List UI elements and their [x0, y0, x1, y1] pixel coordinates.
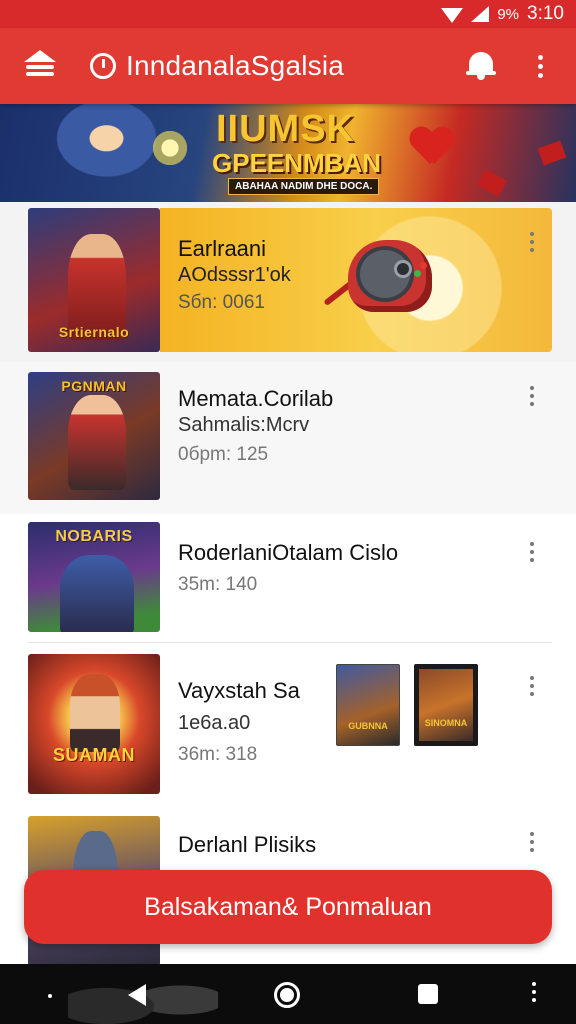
wifi-icon: [441, 7, 464, 23]
more-vert-icon[interactable]: [524, 982, 544, 1002]
item-thumbnail: Srtiernalo: [28, 208, 160, 352]
gamepad-icon: [323, 236, 436, 314]
item-title: Derlanl Plisiks: [178, 832, 317, 857]
battery-level: 9%: [497, 5, 520, 23]
thumbnail-logo: NOBARIS: [55, 528, 133, 545]
more-vert-icon[interactable]: [522, 676, 542, 696]
banner-title: IIUMSK: [216, 108, 355, 150]
item-title: Earlraani: [178, 236, 267, 261]
mini-cover[interactable]: GUBNNA: [336, 664, 400, 746]
more-vert-icon[interactable]: [522, 832, 542, 852]
list-item[interactable]: SUAMAN Vayxstah Sa 1e6a.a0 36m: 318 GUBN…: [0, 646, 576, 806]
item-title: Vayxstah Sa: [178, 678, 300, 703]
item-meta: 0бpm: 125: [178, 444, 269, 465]
mini-cover[interactable]: SINOMNA: [414, 664, 478, 746]
home-icon[interactable]: [24, 50, 56, 82]
item-meta: 36m: 318: [178, 744, 258, 765]
item-title: Memata.Corilab: [178, 386, 334, 411]
banner-subtitle: GPEENMBAN: [212, 148, 382, 178]
list-item[interactable]: Srtiernalo Earlraani AOdsssr1'ok Sбn: 00…: [0, 202, 576, 362]
banner-tagline: ABAHAA NADIM DHE DOCA.: [228, 178, 380, 195]
banner-burst: [150, 128, 190, 168]
clock-icon: [90, 53, 116, 79]
banner-shard: [477, 169, 507, 197]
app-title: InndanalaSgalsia: [126, 50, 345, 81]
app-bar: InndanalaSgalsia: [0, 28, 576, 104]
list-item[interactable]: PGNMAN Memata.Corilab Sahmalis:Mcrv 0бpm…: [0, 362, 576, 514]
back-icon[interactable]: [128, 984, 146, 1006]
thumbnail-logo: SUAMAN: [53, 745, 135, 765]
more-vert-icon[interactable]: [522, 232, 542, 252]
mini-cover-label: SINOMNA: [424, 718, 468, 728]
mini-cover-label: GUBNNA: [348, 721, 388, 731]
item-subtitle: Sahmalis:Mcrv: [178, 414, 310, 436]
item-meta: Sбn: 0061: [178, 292, 265, 313]
bell-icon[interactable]: [466, 52, 496, 80]
promo-banner[interactable]: IIUMSK GPEENMBAN ABAHAA NADIM DHE DOCA.: [0, 104, 576, 202]
banner-shard: [537, 140, 567, 166]
banner-heart-art: [410, 128, 454, 168]
item-subtitle: 1e6a.a0: [178, 712, 251, 734]
home-circle-icon[interactable]: [274, 982, 300, 1008]
primary-action-button[interactable]: Balsakaman& Ponmaluan: [24, 870, 552, 944]
signal-icon: [471, 6, 490, 22]
more-vert-icon[interactable]: [522, 542, 542, 562]
item-title: RoderlaniOtalam Cislo: [178, 540, 399, 565]
status-time: 3:10: [527, 3, 564, 24]
status-bar: 9% 3:10: [0, 0, 576, 28]
item-thumbnail: PGNMAN: [28, 372, 160, 500]
item-meta: 35m: 140: [178, 574, 258, 595]
divider: [28, 642, 552, 643]
thumbnail-logo: PGNMAN: [61, 378, 127, 394]
item-subtitle: AOdsssr1'ok: [178, 264, 291, 286]
list-item[interactable]: NOBARIS RoderlaniOtalam Cislo 35m: 140: [0, 514, 576, 644]
recents-icon[interactable]: [418, 984, 438, 1004]
more-vert-icon[interactable]: [522, 386, 542, 406]
system-nav-bar: [0, 964, 576, 1024]
thumbnail-logo: Srtiernalo: [58, 324, 130, 340]
nav-dot: [48, 994, 52, 998]
more-vert-icon[interactable]: [530, 54, 550, 78]
item-thumbnail: NOBARIS: [28, 522, 160, 632]
item-thumbnail: SUAMAN: [28, 654, 160, 794]
